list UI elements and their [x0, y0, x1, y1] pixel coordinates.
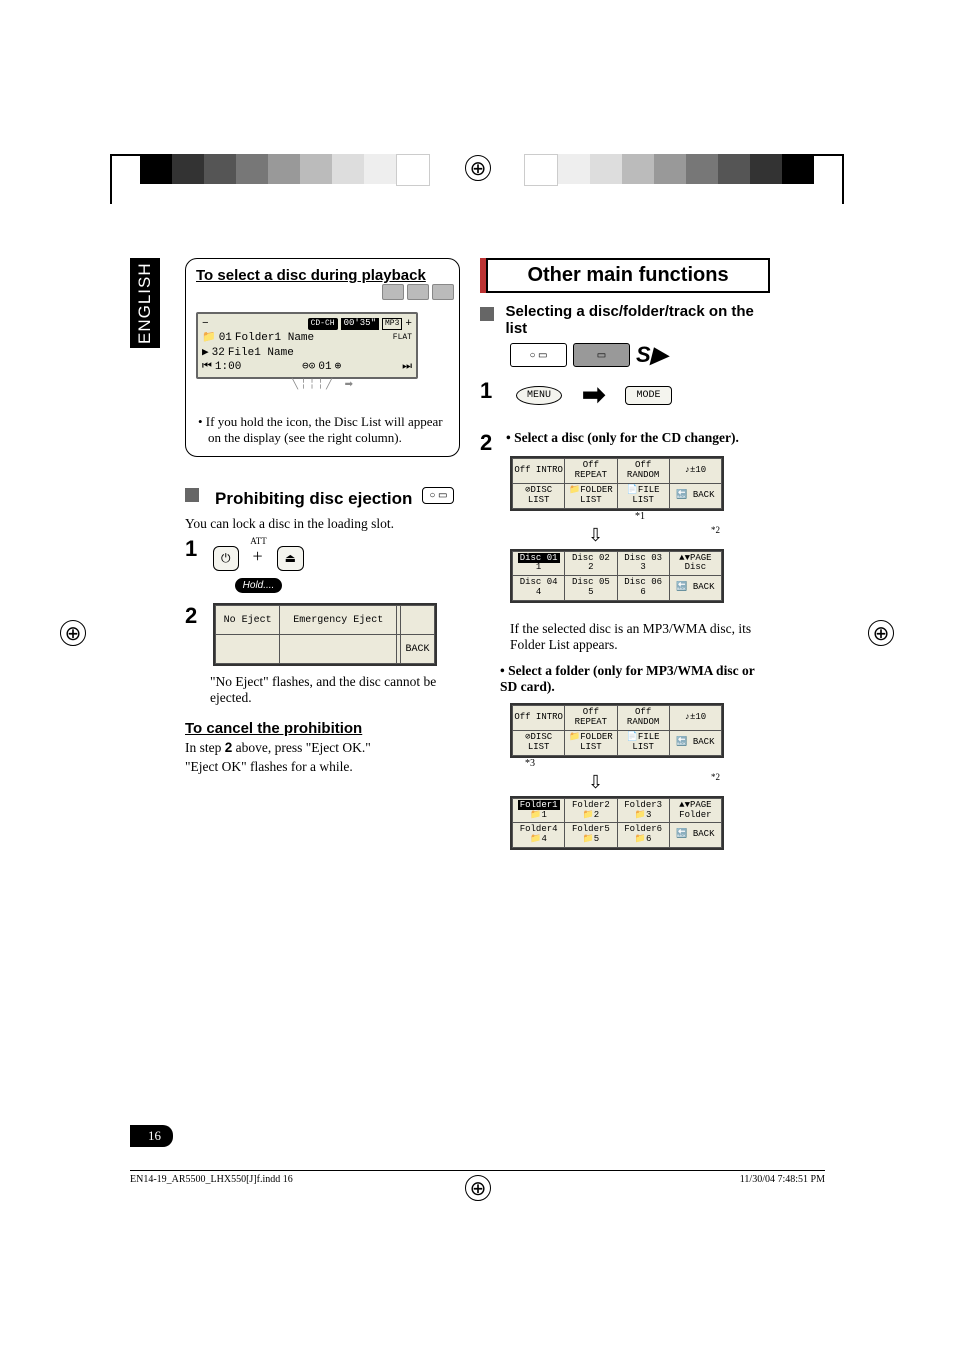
mode-button: MODE [625, 386, 671, 405]
plus-icon: + [253, 546, 263, 566]
page-number: 16 [130, 1125, 173, 1147]
eject-ok-flash-text: "Eject OK" flashes for a while. [185, 759, 460, 775]
menu-button: MENU [516, 386, 562, 405]
prohibit-heading: Prohibiting disc ejection [215, 489, 412, 509]
mode-menu-grid: Off INTROOff REPEATOff RANDOM♪±10 ⊘DISC … [510, 456, 724, 511]
mode-menu-grid-2: Off INTROOff REPEATOff RANDOM♪±10 ⊘DISC … [510, 703, 724, 758]
lcd-decorative-icons [382, 284, 454, 300]
cancel-step-text: In step 2 above, press "Eject OK." [185, 740, 460, 756]
color-bar-right [524, 154, 814, 184]
mp3-folder-note: If the selected disc is an MP3/WMA disc,… [510, 621, 770, 653]
disc-list-grid: Disc 011 Disc 022 Disc 033 ▲▼PAGE Disc D… [510, 549, 724, 604]
lock-disc-text: You can lock a disc in the loading slot. [185, 516, 460, 532]
lcd-display: −CD-CH00'35"MP3+ 📁01Folder1 NameFLAT ▶32… [196, 312, 418, 379]
hold-icon-note: • If you hold the icon, the Disc List wi… [196, 414, 449, 446]
no-eject-flash-text: "No Eject" flashes, and the disc cannot … [210, 674, 460, 706]
color-bar-left [140, 154, 430, 184]
bullet-square-icon [480, 307, 494, 321]
hold-label: Hold.... [235, 578, 283, 593]
registration-mark-icon [60, 620, 86, 646]
selecting-list-heading: Selecting a disc/folder/track on the lis… [506, 303, 771, 337]
disc-slot-icon: ▭ [573, 343, 630, 367]
step-2-label: 2 [185, 603, 205, 629]
select-disc-box: To select a disc during playback −CD-CH0… [185, 258, 460, 457]
print-footer: EN14-19_AR5500_LHX550[J]f.indd 16 11/30/… [130, 1170, 825, 1185]
down-arrow-icon: ⇩ *2 [480, 525, 770, 546]
bullet-square-icon [185, 488, 199, 502]
footer-timestamp: 11/30/04 7:48:51 PM [740, 1174, 825, 1185]
other-functions-title: Other main functions [486, 258, 770, 293]
eject-menu-grid: No EjectEmergency Eject BACK [213, 603, 437, 666]
power-button-icon: ⏻ [213, 546, 239, 571]
att-label: ATT [213, 536, 304, 546]
step-1-label: 1 [185, 536, 205, 562]
cancel-prohibition-heading: To cancel the prohibition [185, 720, 460, 737]
source-indicator-icon: ○ ▭ [510, 343, 567, 367]
registration-mark-icon [868, 620, 894, 646]
step-1-label: 1 [480, 378, 500, 404]
step-2-label: 2 [480, 430, 500, 456]
language-tab: ENGLISH [130, 258, 160, 348]
select-disc-heading: To select a disc during playback [196, 267, 449, 284]
select-disc-instruction: • Select a disc (only for the CD changer… [506, 430, 739, 446]
arrow-right-icon: ➡ [582, 378, 605, 412]
registration-mark-icon [465, 155, 491, 181]
footer-filename: EN14-19_AR5500_LHX550[J]f.indd 16 [130, 1174, 293, 1185]
eject-button-icon: ⏏ [277, 546, 304, 571]
source-indicator-icon: ○ ▭ [422, 487, 454, 504]
touch-gesture-illustration: ╲ ╎ ╎ ╎ ╱ ➡ [196, 379, 449, 414]
footnote-1: *1 [510, 511, 770, 522]
folder-list-grid: Folder1📁1 Folder2📁2 Folder3📁3 ▲▼PAGE Fol… [510, 796, 724, 851]
select-folder-instruction: • Select a folder (only for MP3/WMA disc… [500, 663, 770, 695]
footnote-3: *3 [525, 758, 770, 769]
sd-card-icon: S▶ [636, 342, 668, 368]
down-arrow-icon: ⇩ *2 [480, 772, 770, 793]
